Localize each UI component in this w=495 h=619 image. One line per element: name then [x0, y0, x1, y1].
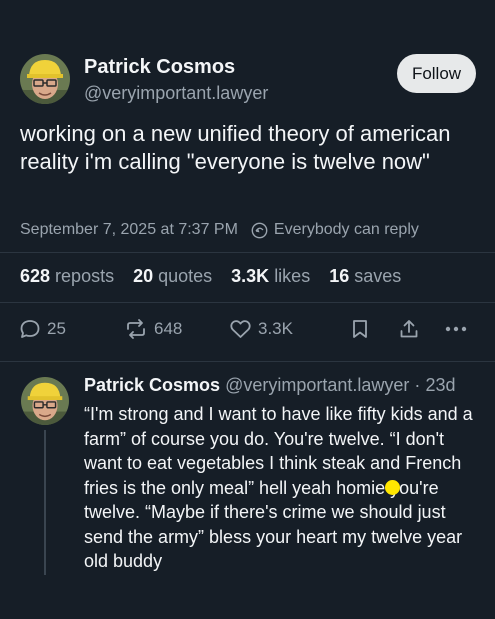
repost-icon	[127, 319, 145, 339]
author-name[interactable]: Patrick Cosmos	[84, 56, 235, 79]
more-icon	[445, 326, 467, 332]
reply-text: “I'm strong and I want to have like fift…	[84, 404, 473, 571]
like-button[interactable]: 3.3K	[229, 316, 293, 342]
post-text: working on a new unified theory of ameri…	[20, 121, 451, 174]
reply-author-handle[interactable]: @veryimportant.lawyer	[225, 375, 409, 395]
divider	[0, 361, 495, 362]
post-thread-screen: Patrick Cosmos @veryimportant.lawyer Fol…	[0, 0, 495, 619]
post-timestamp[interactable]: September 7, 2025 at 7:37 PM	[20, 221, 238, 239]
author-avatar[interactable]	[20, 54, 70, 104]
more-options-button[interactable]	[444, 316, 468, 342]
highlight-dot	[385, 480, 400, 495]
divider	[0, 302, 495, 303]
author-handle[interactable]: @veryimportant.lawyer	[84, 83, 268, 104]
bookmark-button[interactable]	[351, 316, 369, 342]
reply-separator: ·	[414, 375, 421, 395]
saves-stat[interactable]: 16 saves	[329, 266, 401, 287]
thread-line	[44, 430, 46, 575]
reply-setting[interactable]: Everybody can reply	[274, 221, 419, 239]
post-meta: September 7, 2025 at 7:37 PM Everybody c…	[20, 219, 419, 241]
reply-icon	[20, 320, 40, 338]
reply-count: 25	[47, 319, 66, 338]
follow-button[interactable]: Follow	[397, 54, 476, 93]
likes-stat[interactable]: 3.3K likes	[231, 266, 310, 287]
engagement-stats: 628 reposts 20 quotes 3.3K likes 16 saves	[20, 266, 401, 287]
heart-icon	[230, 320, 251, 338]
like-count: 3.3K	[258, 319, 293, 338]
quotes-stat[interactable]: 20 quotes	[133, 266, 212, 287]
divider	[0, 252, 495, 253]
share-icon	[400, 320, 418, 338]
repost-count: 648	[154, 319, 183, 338]
bookmark-icon	[353, 320, 367, 338]
reposts-stat[interactable]: 628 reposts	[20, 266, 114, 287]
reply-setting-icon	[251, 222, 268, 239]
reply-age[interactable]: 23d	[425, 375, 455, 395]
reply-author-avatar[interactable]	[21, 377, 69, 425]
reply-author-name[interactable]: Patrick Cosmos	[84, 375, 220, 395]
reply-header: Patrick Cosmos @veryimportant.lawyer · 2…	[84, 375, 455, 396]
repost-button[interactable]: 648	[124, 316, 182, 342]
reply-button[interactable]: 25	[19, 316, 66, 342]
share-button[interactable]	[398, 316, 420, 342]
